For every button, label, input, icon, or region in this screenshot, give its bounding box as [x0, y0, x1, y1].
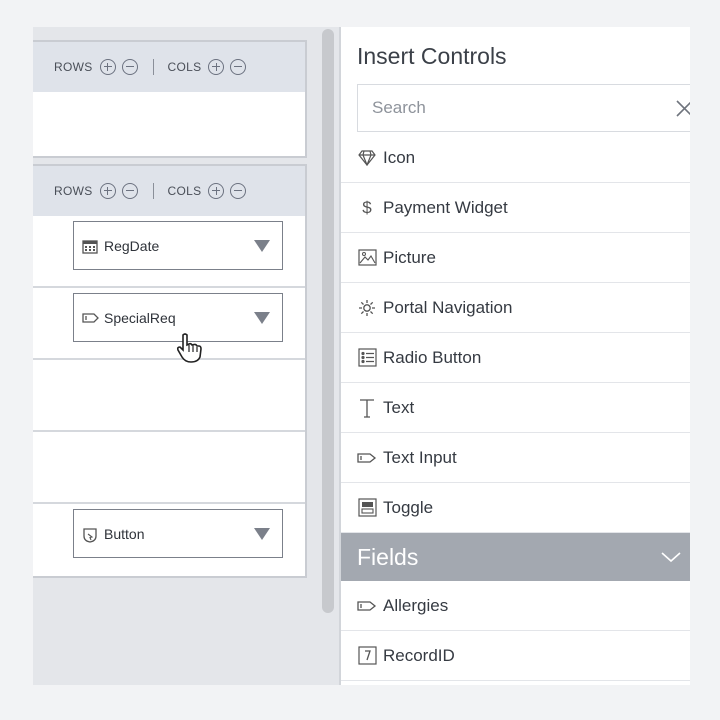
toolbar-divider — [152, 183, 154, 199]
control-name: Button — [104, 525, 145, 542]
remove-row-icon[interactable] — [121, 59, 138, 75]
button-icon — [82, 527, 100, 543]
canvas-row[interactable]: Button — [33, 502, 305, 574]
canvas-column: ROWS COLS ROWS COLS RegDate SpecialReq B… — [33, 27, 339, 685]
canvas-row[interactable]: SpecialReq — [33, 286, 305, 358]
remove-column-icon[interactable] — [230, 59, 247, 75]
section-toolbar: ROWS COLS — [33, 42, 305, 92]
control-item-label: Picture — [383, 247, 436, 267]
record-id-icon — [357, 646, 377, 666]
control-item-toggle[interactable]: Toggle — [341, 483, 690, 533]
control-name: RegDate — [104, 237, 160, 254]
section-toolbar: ROWS COLS — [33, 166, 305, 216]
text-input-icon — [357, 596, 377, 616]
search-input[interactable] — [370, 97, 654, 119]
fields-section-header[interactable]: Fields — [341, 533, 690, 581]
control-name: SpecialReq — [104, 309, 176, 326]
remove-column-icon[interactable] — [230, 183, 247, 199]
cols-label: COLS — [167, 60, 202, 74]
control-item-icon[interactable]: Icon — [341, 133, 690, 183]
control-item-radio-button[interactable]: Radio Button — [341, 333, 690, 383]
toggle-icon — [357, 498, 377, 518]
field-item-allergies[interactable]: Allergies — [341, 581, 690, 631]
field-item-recordid[interactable]: RecordID — [341, 631, 690, 681]
regdate-control-dropdown[interactable]: RegDate — [73, 221, 283, 270]
fields-title: Fields — [357, 543, 419, 570]
control-item-portal-navigation[interactable]: Portal Navigation — [341, 283, 690, 333]
gem-icon — [357, 148, 377, 168]
picture-icon — [357, 248, 377, 268]
text-icon — [357, 398, 377, 418]
portal-icon — [357, 298, 377, 318]
control-item-picture[interactable]: Picture — [341, 233, 690, 283]
layout-section-1[interactable]: ROWS COLS — [33, 40, 307, 158]
add-column-icon[interactable] — [208, 59, 225, 75]
control-item-label: Portal Navigation — [383, 297, 513, 317]
dropdown-arrow-icon[interactable] — [254, 240, 270, 252]
canvas-row[interactable] — [33, 358, 305, 430]
control-item-label: Text — [383, 397, 415, 417]
rows-label: ROWS — [54, 60, 93, 74]
button-control-dropdown[interactable]: Button — [73, 509, 283, 558]
control-item-text[interactable]: Text — [341, 383, 690, 433]
remove-row-icon[interactable] — [121, 183, 138, 199]
field-item-label: Allergies — [383, 595, 449, 615]
control-item-label: Text Input — [383, 447, 457, 467]
control-item-label: Icon — [383, 147, 416, 167]
toolbar-divider — [152, 59, 154, 75]
cols-label: COLS — [167, 184, 202, 198]
panel-title: Insert Controls — [357, 43, 507, 69]
calendar-icon — [82, 239, 100, 254]
text-input-icon — [357, 448, 377, 468]
control-item-label: Payment Widget — [383, 197, 508, 217]
dropdown-arrow-icon[interactable] — [254, 312, 270, 324]
add-column-icon[interactable] — [208, 183, 225, 199]
dollar-icon: $ — [362, 197, 372, 217]
dropdown-arrow-icon[interactable] — [254, 528, 270, 540]
insert-controls-panel: Insert Controls Icon $ Payment Widget Pi… — [339, 27, 690, 685]
control-item-label: Radio Button — [383, 347, 482, 367]
hand-cursor-icon — [176, 333, 202, 363]
control-item-text-input[interactable]: Text Input — [341, 433, 690, 483]
field-item-label: RecordID — [383, 645, 455, 665]
canvas-row[interactable] — [33, 430, 305, 502]
add-row-icon[interactable] — [99, 59, 116, 75]
chevron-down-icon[interactable] — [660, 547, 682, 567]
designer-frame: ROWS COLS ROWS COLS RegDate SpecialReq B… — [33, 27, 690, 685]
canvas-row[interactable]: RegDate — [33, 216, 305, 286]
add-row-icon[interactable] — [99, 183, 116, 199]
layout-section-2[interactable]: ROWS COLS RegDate SpecialReq Button — [33, 164, 307, 578]
control-item-label: Toggle — [383, 497, 434, 517]
radio-list-icon — [357, 348, 377, 368]
search-box[interactable] — [357, 84, 690, 132]
clear-search-icon[interactable] — [672, 97, 690, 121]
controls-list: Icon $ Payment Widget Picture Portal Nav… — [341, 133, 690, 681]
control-item-payment-widget[interactable]: $ Payment Widget — [341, 183, 690, 233]
rows-label: ROWS — [54, 184, 93, 198]
canvas-scrollbar[interactable] — [322, 29, 334, 613]
text-input-icon — [82, 311, 100, 325]
